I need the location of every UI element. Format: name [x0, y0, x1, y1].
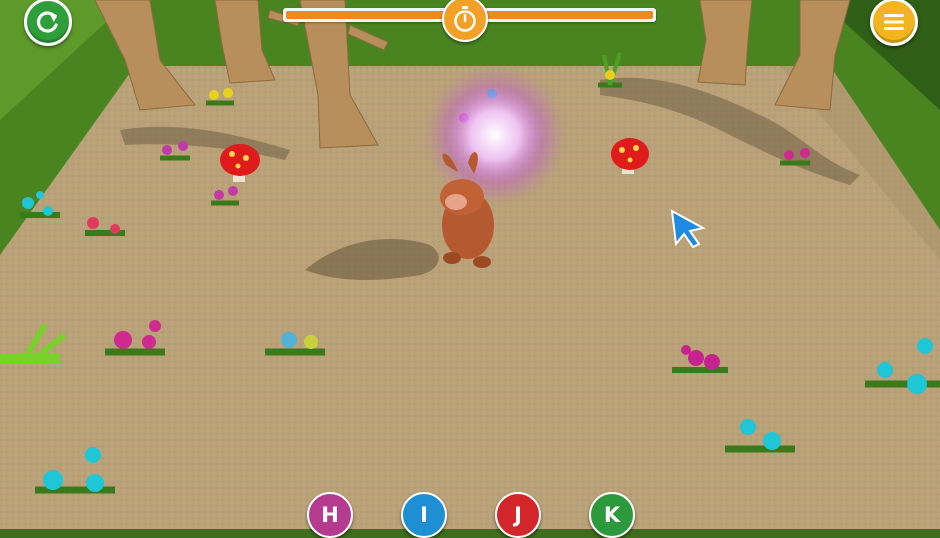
sparkle-effect — [425, 65, 565, 205]
letter-button-j[interactable]: J — [495, 492, 541, 538]
game-scene[interactable] — [0, 0, 940, 529]
stopwatch-icon — [454, 6, 476, 32]
restart-button[interactable] — [24, 0, 72, 46]
restart-icon — [36, 11, 58, 33]
letter-choices: H I J K — [0, 492, 940, 538]
letter-button-k[interactable]: K — [589, 492, 635, 538]
letter-button-h[interactable]: H — [307, 492, 353, 538]
letter-button-i[interactable]: I — [401, 492, 447, 538]
hamburger-menu-icon — [884, 14, 904, 30]
menu-button[interactable] — [870, 0, 918, 46]
